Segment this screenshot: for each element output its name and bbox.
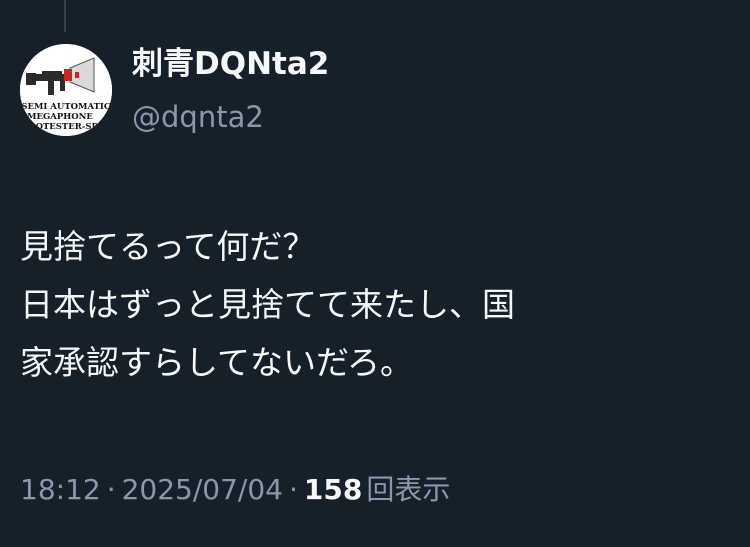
meta-separator: · (289, 473, 298, 506)
tweet-text-line: 見捨てるって何だ？ (20, 227, 316, 266)
tweet-text: 見捨てるって何だ？ 日本はずっと見捨てて来たし、国 家承認すらしてないだろ。 (20, 218, 720, 392)
avatar[interactable]: SEMI AUTOMATIC MEGAPHONE PROTESTER-SP (20, 44, 112, 136)
avatar-text-line1: SEMI AUTOMATIC (21, 102, 111, 112)
meta-separator: · (106, 473, 116, 506)
tweet-date[interactable]: 2025/07/04 (122, 473, 283, 506)
author-display-name[interactable]: 刺青DQNta2 (132, 44, 329, 84)
tweet-meta: 18:12 · 2025/07/04 · 158 回表示 (20, 470, 450, 510)
thread-connector-line (64, 0, 66, 32)
tweet-text-line: 日本はずっと見捨てて来たし、国 (20, 285, 515, 324)
avatar-text-line3: PROTESTER-SP (22, 122, 98, 132)
avatar-text-line2: MEGAPHONE (27, 112, 93, 122)
views-label[interactable]: 回表示 (366, 473, 450, 506)
rifle-megaphone-icon: SEMI AUTOMATIC MEGAPHONE PROTESTER-SP (20, 44, 112, 136)
tweet-time[interactable]: 18:12 (20, 473, 101, 506)
tweet-text-line: 家承認すらしてないだろ。 (20, 343, 414, 382)
views-count[interactable]: 158 (304, 473, 366, 506)
author-handle[interactable]: @dqnta2 (132, 98, 264, 136)
